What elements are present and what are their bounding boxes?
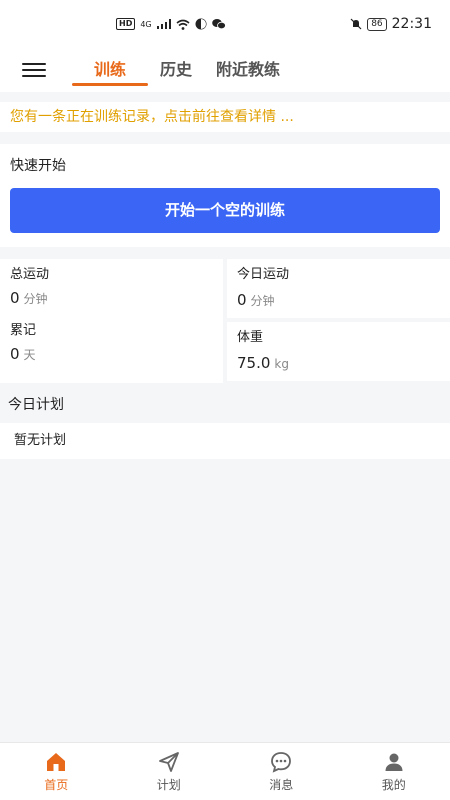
nav-plan[interactable]: 计划 <box>113 743 226 800</box>
divider <box>0 92 450 102</box>
ongoing-training-notice[interactable]: 您有一条正在训练记录，点击前往查看详情 ... <box>0 102 450 132</box>
weight-stat[interactable]: 体重 75.0 kg <box>227 322 450 381</box>
quick-start-title: 快速开始 <box>10 158 66 174</box>
nav-home[interactable]: 首页 <box>0 743 113 800</box>
streak-stat: 累记 0天 <box>10 321 213 377</box>
nav-label: 我的 <box>381 778 406 792</box>
today-plan-empty: 暂无计划 <box>0 423 450 459</box>
nav-messages[interactable]: 消息 <box>225 743 338 800</box>
start-empty-training-button[interactable]: 开始一个空的训练 <box>10 188 440 233</box>
tab-nearby-coaches[interactable]: 附近教练 <box>204 48 292 92</box>
stats-left-card: 总运动 0 分钟 累记 0天 <box>0 259 223 383</box>
stat-label: 总运动 <box>10 267 50 282</box>
quick-start-section: 快速开始 开始一个空的训练 <box>0 144 450 247</box>
stat-unit: 天 <box>23 348 36 362</box>
send-icon <box>158 752 179 772</box>
status-icons-left: HD 4G <box>116 18 226 30</box>
stat-value: 0 <box>10 289 20 307</box>
total-exercise-stat: 总运动 0 分钟 <box>10 265 213 321</box>
stat-unit: kg <box>274 357 289 371</box>
stats-right-column: 今日运动 0 分钟 体重 75.0 kg <box>227 259 450 381</box>
bottom-nav: 首页 计划 消息 我的 <box>0 742 450 800</box>
tab-bar: 训练 历史 附近教练 <box>72 48 292 92</box>
stat-label: 今日运动 <box>237 267 290 282</box>
stat-value: 0 <box>237 291 247 309</box>
stat-unit: 分钟 <box>23 292 48 306</box>
tab-training[interactable]: 训练 <box>72 48 148 92</box>
stats-left-column: 总运动 0 分钟 累记 0天 <box>0 259 223 383</box>
signal-icon <box>156 19 171 29</box>
stat-value: 0 <box>10 345 20 363</box>
status-bar: HD 4G 86 22:31 <box>0 0 450 48</box>
nav-profile[interactable]: 我的 <box>338 743 450 800</box>
menu-icon[interactable] <box>20 60 48 80</box>
stat-value: 75.0 <box>237 354 271 372</box>
today-plan-title: 今日计划 <box>0 387 450 423</box>
tab-history[interactable]: 历史 <box>148 48 204 92</box>
nav-label: 首页 <box>44 778 69 792</box>
app-notification-icon <box>195 18 207 30</box>
stat-label: 体重 <box>237 330 264 345</box>
stat-label: 累记 <box>10 323 37 338</box>
status-time: 22:31 <box>391 16 432 32</box>
home-icon <box>47 753 66 771</box>
wechat-icon <box>211 19 226 30</box>
nav-label: 消息 <box>269 778 294 792</box>
wifi-icon <box>176 19 190 30</box>
mute-bell-icon <box>350 18 362 30</box>
stat-unit: 分钟 <box>250 294 275 308</box>
today-exercise-stat: 今日运动 0 分钟 <box>227 259 450 318</box>
hd-badge: HD <box>116 18 136 30</box>
battery-level: 86 <box>367 17 387 31</box>
stats-grid: 总运动 0 分钟 累记 0天 今日运动 0 分钟 体重 75.0 kg <box>0 259 450 383</box>
status-icons-right: 86 22:31 <box>350 16 432 32</box>
network-label: 4G <box>140 19 152 29</box>
user-icon <box>385 753 403 771</box>
top-nav: 训练 历史 附近教练 <box>0 48 450 92</box>
chat-icon <box>271 752 292 773</box>
nav-label: 计划 <box>156 778 181 792</box>
